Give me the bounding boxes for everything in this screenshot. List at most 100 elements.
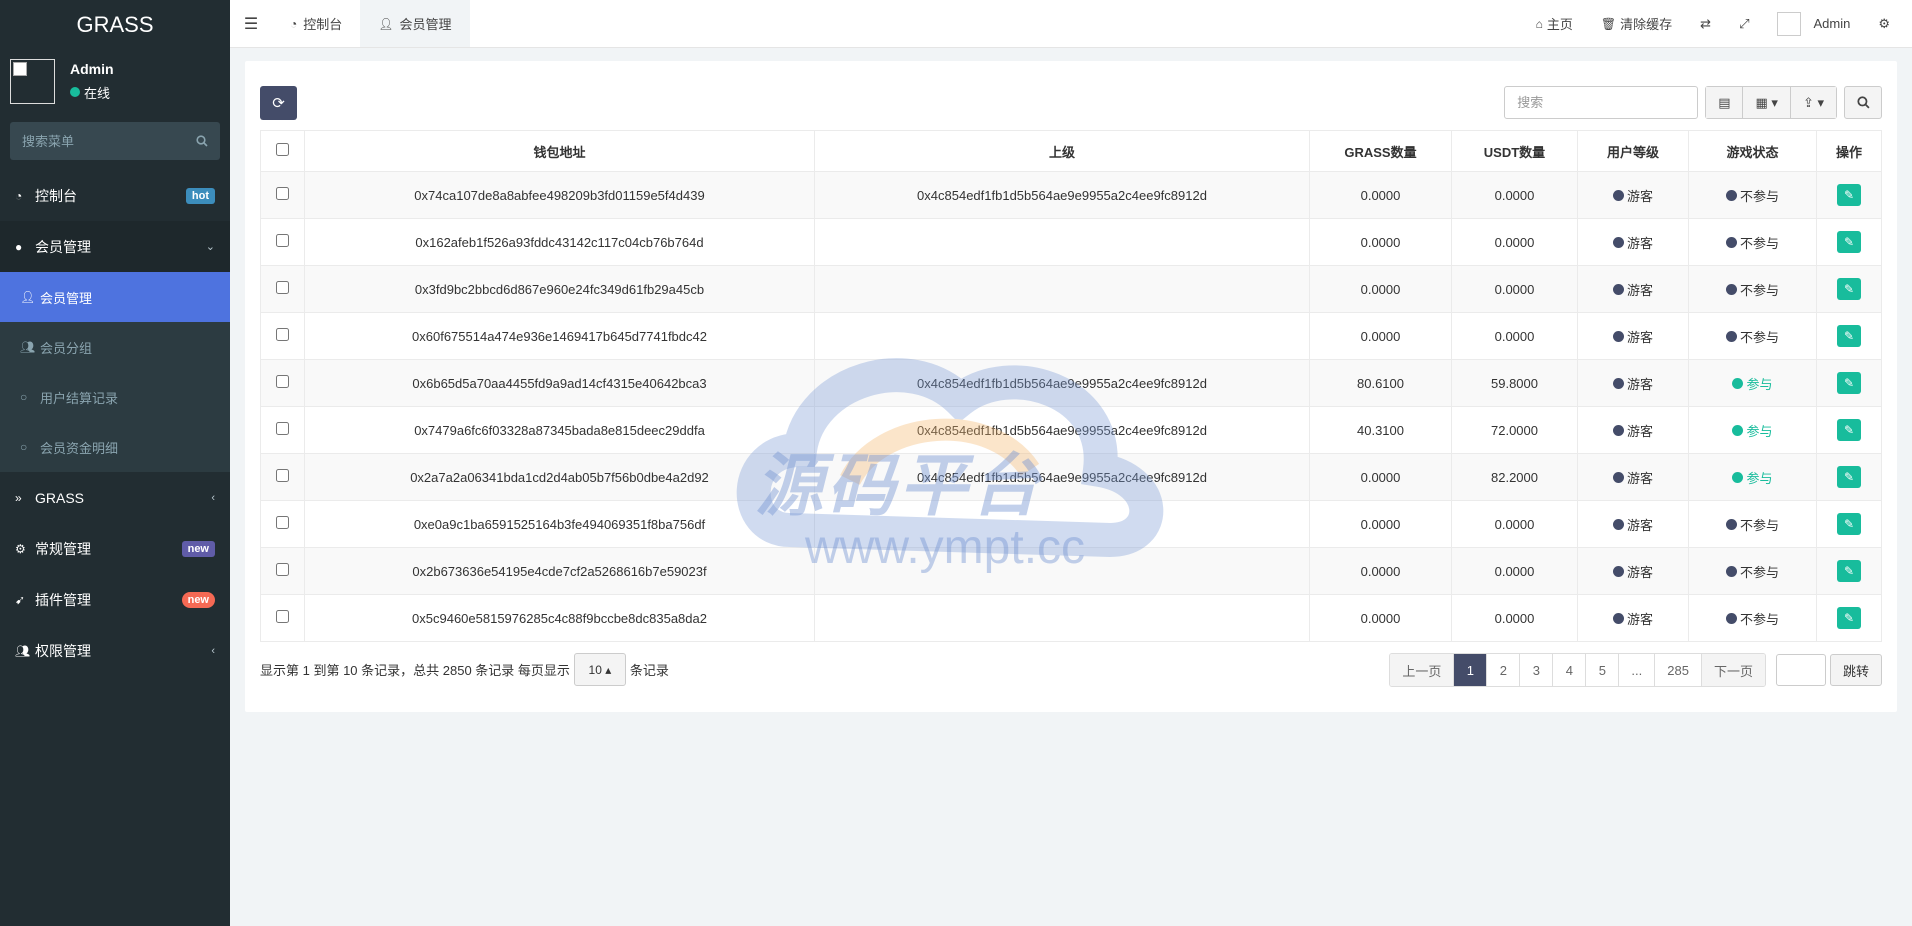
row-checkbox[interactable] [276, 422, 289, 435]
table-row: 0x3fd9bc2bbcd6d867e960e24fc349d61fb29a45… [260, 265, 1882, 313]
sidebar-item-fund-details[interactable]: ○ 会员资金明细 [0, 422, 230, 472]
game-status-cell: 参与 [1688, 359, 1817, 407]
row-checkbox[interactable] [276, 328, 289, 341]
row-checkbox[interactable] [276, 234, 289, 247]
sidebar-item-plugins[interactable]: ➹ 插件管理 new [0, 574, 230, 625]
edit-button[interactable]: ✎ [1837, 325, 1861, 347]
column-header-parent[interactable]: 上级 [814, 130, 1310, 172]
sidebar-item-label: 会员分组 [40, 340, 93, 356]
edit-button[interactable]: ✎ [1837, 372, 1861, 394]
fullscreen-icon[interactable]: ⤢ [1725, 16, 1763, 32]
content-panel: ⟳ ▤ ▦ ▾ ⇪ ▾ 钱包地址 上级 GRASS数量 USDT数量 用户等级 … [245, 61, 1897, 712]
clear-cache-link[interactable]: 🗑︎ 清除缓存 [1587, 14, 1686, 33]
jump-button[interactable]: 跳转 [1829, 654, 1882, 686]
toggle-view-button[interactable]: ▤ [1706, 87, 1744, 118]
sidebar-item-member-groups[interactable]: 👥︎ 会员分组 [0, 322, 230, 372]
game-status-cell: 参与 [1688, 453, 1817, 501]
jump-page-input[interactable] [1775, 654, 1826, 686]
page-size-select[interactable]: 10 ▴ [573, 653, 626, 686]
wallet-address-cell: 0x6b65d5a70aa4455fd9a9ad14cf4315e40642bc… [304, 359, 815, 407]
edit-button[interactable]: ✎ [1837, 231, 1861, 253]
language-icon[interactable]: ⇄ [1686, 16, 1725, 32]
status-label: 不参与 [1739, 564, 1779, 580]
user-level-cell: 游客 [1577, 500, 1689, 548]
status-dot-icon [1732, 471, 1744, 483]
game-status-cell: 不参与 [1688, 171, 1817, 219]
row-checkbox[interactable] [276, 187, 289, 200]
page-button[interactable]: 1 [1454, 654, 1488, 686]
sidebar-item-dashboard[interactable]: ◔ 控制台 hot [0, 170, 230, 221]
column-header-level[interactable]: 用户等级 [1577, 130, 1689, 172]
column-header-usdt[interactable]: USDT数量 [1451, 130, 1578, 172]
brand-logo[interactable]: GRASS [0, 0, 230, 50]
edit-button[interactable]: ✎ [1837, 607, 1861, 629]
page-button[interactable]: 3 [1520, 654, 1554, 686]
row-checkbox[interactable] [276, 375, 289, 388]
grass-amount-cell: 0.0000 [1309, 594, 1452, 642]
status-dot-icon [1732, 424, 1744, 436]
level-label: 游客 [1626, 235, 1653, 251]
status-dot-icon [1725, 236, 1737, 248]
row-checkbox[interactable] [276, 469, 289, 482]
edit-button[interactable]: ✎ [1837, 184, 1861, 206]
pencil-icon: ✎ [1843, 235, 1855, 249]
settings-icon[interactable]: ⚙ [1864, 16, 1904, 32]
export-button[interactable]: ⇪ ▾ [1790, 87, 1836, 118]
sidebar-item-grass[interactable]: » GRASS ‹ [0, 472, 230, 523]
table-row: 0x5c9460e5815976285c4c88f9bccbe8dc835a8d… [260, 594, 1882, 642]
page-button[interactable]: 285 [1655, 654, 1702, 686]
tab-dashboard[interactable]: ◔ 控制台 [272, 0, 360, 47]
column-header-wallet[interactable]: 钱包地址 [304, 130, 815, 172]
table-row: 0x162afeb1f526a93fddc43142c117c04cb76b76… [260, 218, 1882, 266]
table-row: 0xe0a9c1ba6591525164b3fe494069351f8ba756… [260, 500, 1882, 548]
row-checkbox[interactable] [276, 516, 289, 529]
column-header-status[interactable]: 游戏状态 [1688, 130, 1817, 172]
tab-members[interactable]: 👤︎ 会员管理 [360, 0, 470, 47]
level-label: 游客 [1626, 282, 1653, 298]
search-icon[interactable] [196, 135, 208, 147]
sidebar-item-general[interactable]: ⚙ 常规管理 new [0, 523, 230, 574]
level-label: 游客 [1626, 611, 1653, 627]
edit-button[interactable]: ✎ [1837, 513, 1861, 535]
trash-icon: 🗑︎ [1600, 16, 1617, 31]
usdt-amount-cell: 0.0000 [1451, 500, 1578, 548]
pencil-icon: ✎ [1843, 517, 1855, 531]
columns-button[interactable]: ▦ ▾ [1743, 87, 1791, 118]
table-search-input[interactable] [1504, 86, 1699, 119]
level-dot-icon [1612, 518, 1624, 530]
actions-cell: ✎ [1816, 359, 1882, 407]
status-label: 不参与 [1739, 611, 1779, 627]
user-level-cell: 游客 [1577, 406, 1689, 454]
refresh-button[interactable]: ⟳ [260, 86, 297, 120]
sidebar-item-settlement-records[interactable]: ○ 用户结算记录 [0, 372, 230, 422]
prev-page-button[interactable]: 上一页 [1390, 654, 1455, 686]
row-checkbox[interactable] [276, 610, 289, 623]
edit-button[interactable]: ✎ [1837, 560, 1861, 582]
next-page-button[interactable]: 下一页 [1701, 654, 1765, 686]
sidebar-item-members[interactable]: ● 会员管理 ⌄ [0, 221, 230, 272]
edit-button[interactable]: ✎ [1837, 278, 1861, 300]
members-table: 钱包地址 上级 GRASS数量 USDT数量 用户等级 游戏状态 操作 0x74… [260, 130, 1882, 642]
sidebar-item-member-management[interactable]: 👤︎ 会员管理 [0, 272, 230, 322]
sidebar-item-label: 会员资金明细 [40, 440, 119, 456]
column-header-grass[interactable]: GRASS数量 [1309, 130, 1452, 172]
admin-menu[interactable]: Admin [1763, 11, 1864, 36]
home-link[interactable]: ⌂ 主页 [1522, 14, 1587, 33]
edit-button[interactable]: ✎ [1837, 466, 1861, 488]
edit-button[interactable]: ✎ [1837, 419, 1861, 441]
select-all-checkbox[interactable] [276, 143, 289, 156]
common-search-button[interactable] [1844, 86, 1882, 119]
row-checkbox[interactable] [276, 281, 289, 294]
usdt-amount-cell: 59.8000 [1451, 359, 1578, 407]
table-header-row: 钱包地址 上级 GRASS数量 USDT数量 用户等级 游戏状态 操作 [260, 130, 1882, 172]
sidebar-item-auth[interactable]: 👥︎ 权限管理 ‹ [0, 625, 230, 676]
page-size-value: 10 [588, 662, 602, 677]
menu-toggle-icon[interactable]: ☰ [230, 0, 272, 47]
sidebar-search-input[interactable] [22, 133, 172, 149]
page-button[interactable]: 4 [1553, 654, 1587, 686]
page-button[interactable]: 2 [1487, 654, 1521, 686]
new-badge: new [181, 540, 215, 557]
row-checkbox[interactable] [276, 563, 289, 576]
page-button[interactable]: 5 [1586, 654, 1620, 686]
clear-cache-label: 清除缓存 [1620, 17, 1673, 32]
